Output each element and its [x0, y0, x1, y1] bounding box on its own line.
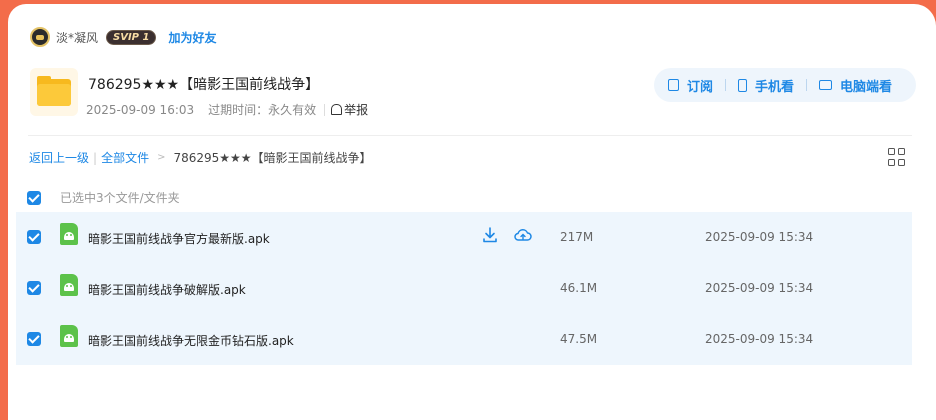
action-divider	[806, 79, 808, 91]
select-all-checkbox[interactable]	[27, 190, 41, 205]
pc-view-button[interactable]: 电脑端看	[819, 76, 892, 95]
file-name[interactable]: 暗影王国前线战争破解版.apk	[88, 281, 246, 298]
file-row[interactable]: 暗影王国前线战争官方最新版.apk 217M 2025-09-09 15:34	[16, 212, 912, 263]
add-friend-link[interactable]: 加为好友	[168, 29, 216, 46]
download-icon[interactable]	[483, 227, 497, 243]
monitor-icon	[819, 80, 833, 90]
action-bar: 订阅 手机看 电脑端看	[654, 68, 916, 102]
file-list: 暗影王国前线战争官方最新版.apk 217M 2025-09-09 15:34 …	[16, 212, 912, 365]
report-icon	[331, 104, 343, 115]
report-label: 举报	[344, 103, 369, 117]
mobile-view-label: 手机看	[755, 79, 795, 95]
file-row[interactable]: 暗影王国前线战争破解版.apk 46.1M 2025-09-09 15:34	[16, 263, 912, 314]
breadcrumb-current: 786295★★★【暗影王国前线战争】	[173, 151, 372, 165]
file-date: 2025-09-09 15:34	[705, 230, 814, 244]
share-date: 2025-09-09 16:03	[86, 102, 195, 117]
file-checkbox[interactable]	[27, 281, 41, 295]
username[interactable]: 淡*凝风	[56, 29, 98, 46]
mobile-view-button[interactable]: 手机看	[738, 76, 794, 95]
file-checkbox[interactable]	[27, 332, 41, 346]
file-row[interactable]: 暗影王国前线战争无限金币钻石版.apk 47.5M 2025-09-09 15:…	[16, 314, 912, 365]
share-title: 786295★★★【暗影王国前线战争】	[88, 77, 320, 93]
apk-icon	[60, 223, 78, 245]
apk-icon	[60, 274, 78, 296]
folder-icon	[30, 68, 78, 116]
share-card: 淡*凝风 SVIP 1 加为好友 786295★★★【暗影王国前线战争】 202…	[8, 4, 936, 420]
subscribe-icon	[668, 79, 679, 91]
file-checkbox[interactable]	[27, 230, 41, 244]
action-divider	[725, 79, 727, 91]
header-divider	[28, 135, 912, 136]
meta-divider	[324, 103, 326, 116]
file-date: 2025-09-09 15:34	[705, 281, 814, 295]
selection-count: 已选中3个文件/文件夹	[60, 191, 180, 205]
file-size: 46.1M	[560, 281, 598, 295]
cloud-save-icon[interactable]	[514, 227, 532, 243]
report-button[interactable]: 举报	[331, 101, 368, 118]
phone-icon	[738, 78, 748, 92]
file-date: 2025-09-09 15:34	[705, 332, 814, 346]
expire-value: 永久有效	[268, 103, 317, 117]
user-row: 淡*凝风 SVIP 1 加为好友	[30, 26, 216, 48]
expire-label: 过期时间：	[208, 103, 269, 117]
pc-view-label: 电脑端看	[840, 79, 893, 95]
breadcrumb: 返回上一级 | 全部文件 > 786295★★★【暗影王国前线战争】	[29, 149, 372, 166]
vip-badge: SVIP 1	[106, 29, 157, 45]
file-size: 217M	[560, 230, 594, 244]
select-all-row: 已选中3个文件/文件夹	[27, 189, 180, 206]
subscribe-label: 订阅	[687, 79, 714, 95]
grid-view-icon[interactable]	[888, 148, 906, 166]
apk-icon	[60, 325, 78, 347]
file-size: 47.5M	[560, 332, 598, 346]
breadcrumb-all-files[interactable]: 全部文件	[101, 149, 149, 166]
share-meta: 2025-09-09 16:03 过期时间： 永久有效 举报	[86, 101, 368, 118]
file-name[interactable]: 暗影王国前线战争官方最新版.apk	[88, 230, 270, 247]
avatar[interactable]	[30, 27, 50, 47]
file-name[interactable]: 暗影王国前线战争无限金币钻石版.apk	[88, 332, 294, 349]
breadcrumb-back[interactable]: 返回上一级	[29, 149, 89, 166]
subscribe-button[interactable]: 订阅	[668, 76, 713, 95]
